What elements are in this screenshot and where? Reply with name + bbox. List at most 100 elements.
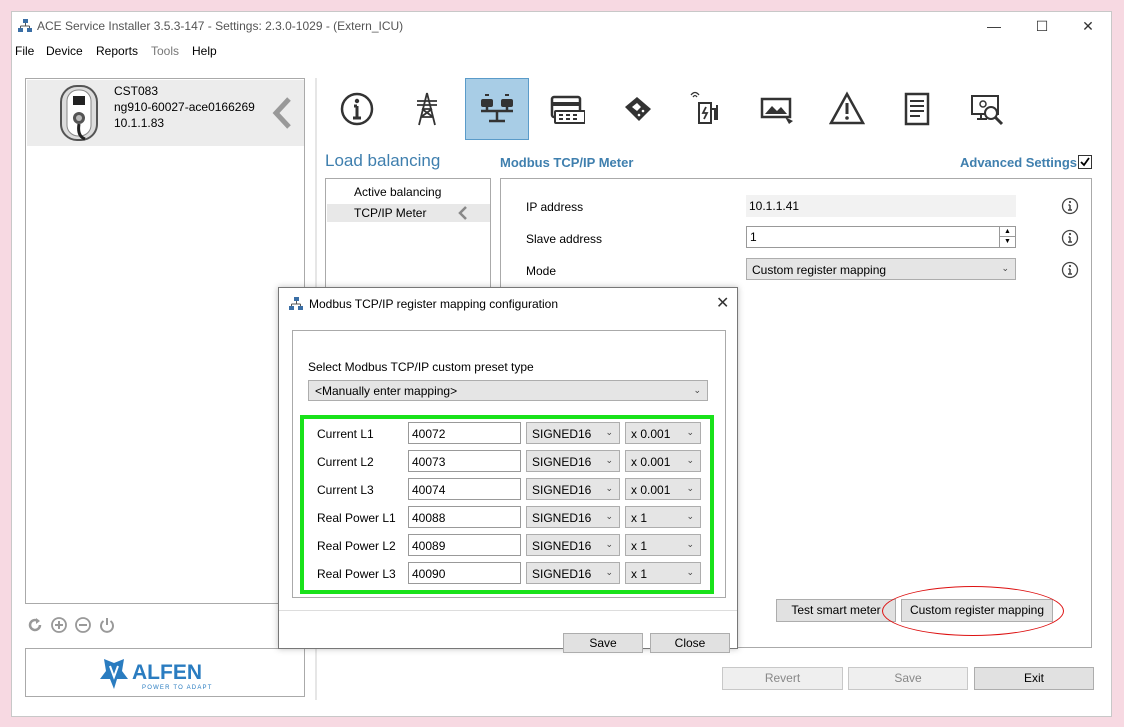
pylon-icon [417, 92, 437, 126]
info-icon[interactable] [1061, 261, 1079, 279]
slave-address-spinner[interactable]: ▲ ▼ [999, 227, 1015, 247]
row-label: Real Power L2 [317, 539, 396, 553]
nav-display[interactable] [745, 78, 809, 140]
save-button[interactable]: Save [848, 667, 968, 690]
add-icon[interactable] [50, 616, 68, 634]
nav-load-balancing[interactable] [465, 78, 529, 140]
scale-select[interactable]: x 1 ⌄ [625, 506, 701, 528]
nav-info[interactable] [325, 78, 389, 140]
scale-select[interactable]: x 1 ⌄ [625, 562, 701, 584]
subnav-active-balancing[interactable]: Active balancing [327, 183, 490, 201]
meter-subtitle: Modbus TCP/IP Meter [500, 155, 634, 170]
dialog-close-button[interactable]: Close [650, 633, 730, 653]
type-select[interactable]: SIGNED16 ⌄ [526, 422, 620, 444]
ip-address-value: 10.1.1.41 [746, 195, 1016, 217]
register-value: 40073 [412, 455, 446, 469]
nav-diagnostics[interactable] [955, 78, 1019, 140]
close-icon[interactable]: ✕ [716, 293, 729, 313]
spin-down-icon[interactable]: ▼ [1000, 237, 1015, 247]
chevron-down-icon: ⌄ [686, 567, 694, 577]
exit-button[interactable]: Exit [974, 667, 1094, 690]
remove-icon[interactable] [74, 616, 92, 634]
register-input[interactable]: 40074 [408, 478, 521, 500]
menu-bar: File Device Reports Tools Help [12, 41, 1111, 61]
scale-select[interactable]: x 0.001 ⌄ [625, 478, 701, 500]
register-value: 40089 [412, 539, 446, 553]
menu-device[interactable]: Device [46, 44, 83, 58]
display-icon [760, 97, 793, 124]
nav-reports[interactable] [885, 78, 949, 140]
type-select[interactable]: SIGNED16 ⌄ [526, 534, 620, 556]
slave-address-input[interactable]: 1 ▲ ▼ [746, 226, 1016, 248]
menu-file[interactable]: File [15, 44, 34, 58]
scale-select[interactable]: x 1 ⌄ [625, 534, 701, 556]
mapping-row: Real Power L2 40089 SIGNED16 ⌄ x 1 ⌄ [304, 534, 710, 558]
refresh-icon[interactable] [26, 616, 44, 634]
type-value: SIGNED16 [532, 539, 592, 553]
register-mapping-dialog: Modbus TCP/IP register mapping configura… [278, 287, 738, 653]
register-input[interactable]: 40090 [408, 562, 521, 584]
type-select[interactable]: SIGNED16 ⌄ [526, 478, 620, 500]
chevron-down-icon: ⌄ [686, 511, 694, 521]
preset-select[interactable]: <Manually enter mapping> ⌄ [308, 380, 708, 401]
nav-warnings[interactable] [815, 78, 879, 140]
advanced-settings-label: Advanced Settings [960, 155, 1078, 170]
device-name: CST083 [114, 84, 159, 98]
ev-charger-icon [690, 91, 718, 124]
ip-address-label: IP address [526, 200, 584, 214]
nav-grid[interactable] [395, 78, 459, 140]
document-icon [904, 92, 930, 126]
info-icon[interactable] [1061, 197, 1079, 215]
chevron-down-icon: ⌄ [686, 539, 694, 549]
menu-reports[interactable]: Reports [96, 44, 138, 58]
chevron-down-icon: ⌄ [605, 567, 613, 577]
info-icon[interactable] [1061, 229, 1079, 247]
dialog-title: Modbus TCP/IP register mapping configura… [309, 297, 559, 311]
advanced-settings-checkbox[interactable] [1078, 155, 1092, 169]
register-input[interactable]: 40088 [408, 506, 521, 528]
mapping-row: Current L3 40074 SIGNED16 ⌄ x 0.001 ⌄ [304, 478, 710, 502]
close-window-button[interactable]: ✕ [1065, 12, 1111, 40]
scale-value: x 0.001 [631, 427, 671, 441]
revert-button[interactable]: Revert [722, 667, 843, 690]
preset-label: Select Modbus TCP/IP custom preset type [308, 360, 534, 374]
device-card[interactable]: CST083 ng910-60027-ace0166269 10.1.1.83 [27, 80, 304, 146]
register-input[interactable]: 40073 [408, 450, 521, 472]
test-smart-meter-button[interactable]: Test smart meter [776, 599, 896, 622]
mapping-highlight-box: Current L1 40072 SIGNED16 ⌄ x 0.001 ⌄ Curr… [300, 415, 714, 594]
subnav-tcpip-meter[interactable]: TCP/IP Meter [327, 204, 490, 222]
nav-card-reader[interactable] [535, 78, 599, 140]
nav-payment[interactable] [605, 78, 669, 140]
chevron-down-icon: ⌄ [1001, 263, 1009, 273]
mode-select[interactable]: Custom register mapping ⌄ [746, 258, 1016, 280]
type-value: SIGNED16 [532, 567, 592, 581]
mapping-row: Real Power L3 40090 SIGNED16 ⌄ x 1 ⌄ [304, 562, 710, 586]
chevron-left-icon [458, 206, 467, 220]
register-value: 40090 [412, 567, 446, 581]
power-icon[interactable] [98, 616, 116, 634]
spin-up-icon[interactable]: ▲ [1000, 227, 1015, 237]
register-input[interactable]: 40072 [408, 422, 521, 444]
type-select[interactable]: SIGNED16 ⌄ [526, 506, 620, 528]
chevron-down-icon: ⌄ [605, 483, 613, 493]
scale-select[interactable]: x 0.001 ⌄ [625, 450, 701, 472]
register-input[interactable]: 40089 [408, 534, 521, 556]
nav-charging[interactable] [675, 78, 739, 140]
dialog-save-button[interactable]: Save [563, 633, 643, 653]
logo-text: ALFEN [132, 661, 202, 684]
scale-select[interactable]: x 0.001 ⌄ [625, 422, 701, 444]
row-label: Current L3 [317, 483, 374, 497]
maximize-button[interactable]: ☐ [1019, 12, 1065, 40]
chevron-down-icon: ⌄ [693, 385, 701, 395]
device-list-panel: CST083 ng910-60027-ace0166269 10.1.1.83 [25, 78, 305, 604]
type-select[interactable]: SIGNED16 ⌄ [526, 562, 620, 584]
payment-terminal-icon [625, 97, 651, 121]
type-select[interactable]: SIGNED16 ⌄ [526, 450, 620, 472]
subnav-active-balancing-label: Active balancing [354, 185, 442, 199]
ip-address-text: 10.1.1.41 [749, 199, 800, 213]
type-value: SIGNED16 [532, 511, 592, 525]
row-label: Real Power L3 [317, 567, 396, 581]
menu-help[interactable]: Help [192, 44, 217, 58]
menu-tools[interactable]: Tools [151, 44, 179, 58]
minimize-button[interactable]: — [971, 12, 1017, 40]
